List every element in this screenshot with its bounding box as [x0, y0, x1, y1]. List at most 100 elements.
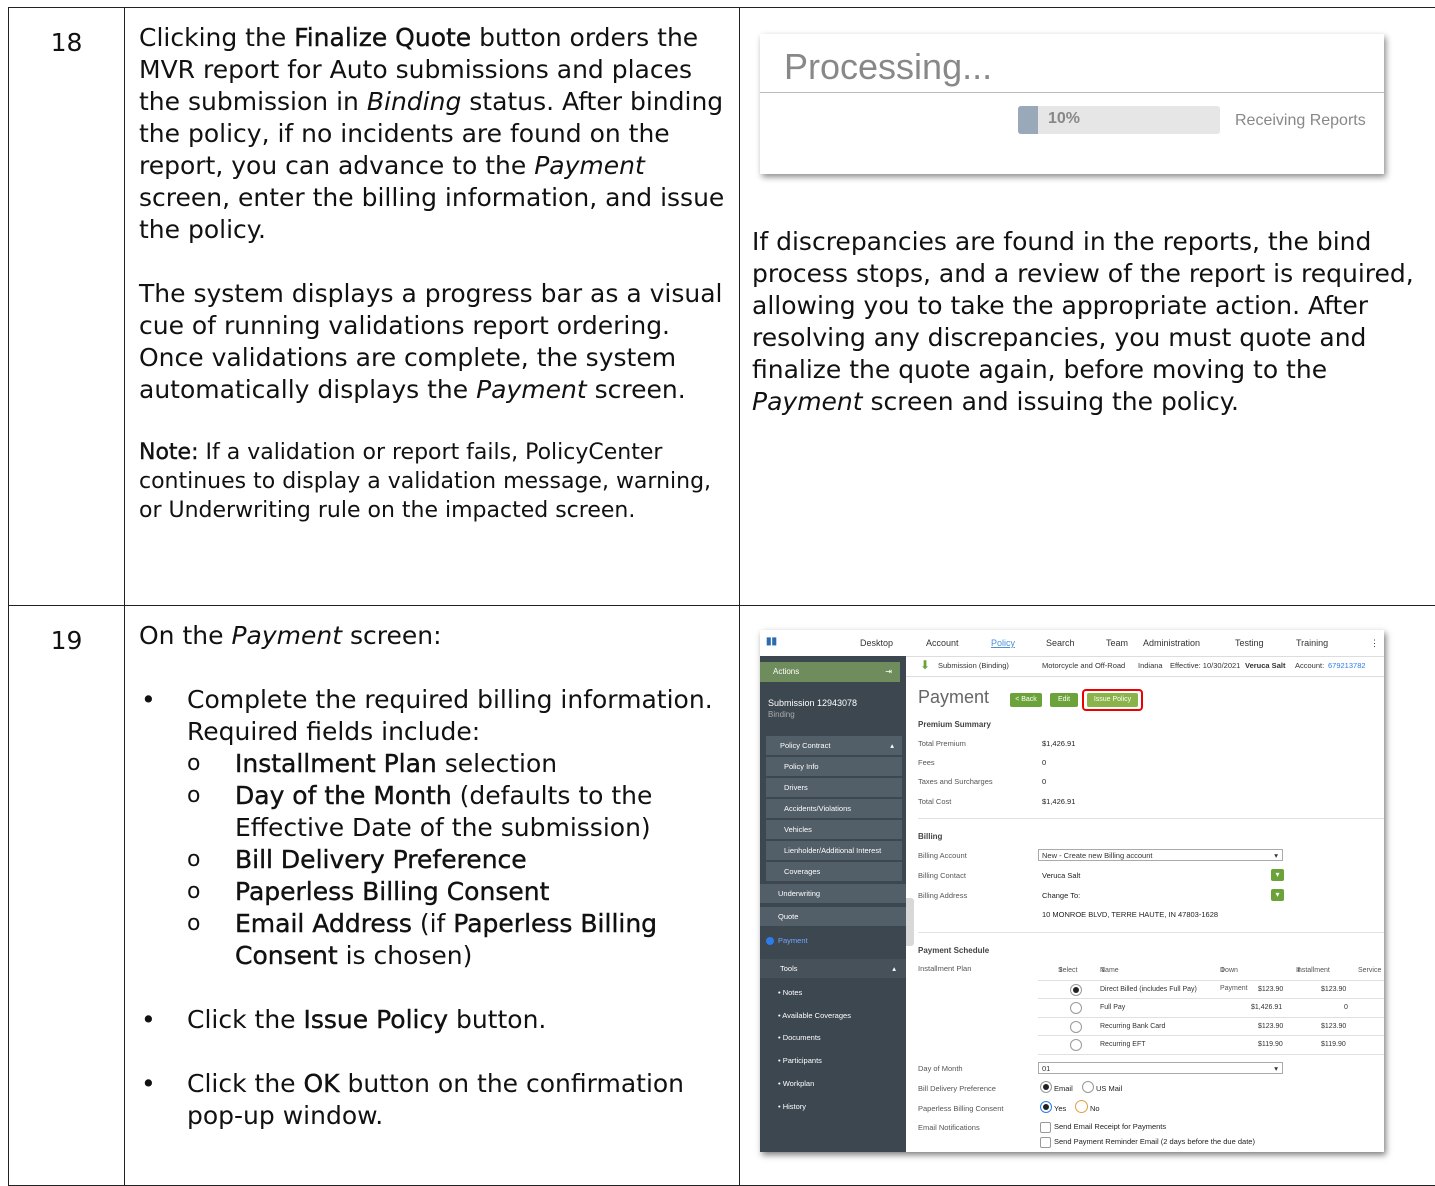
- table-row[interactable]: Full Pay $1,426.91 0: [1038, 999, 1384, 1018]
- processing-dialog: Processing... 10% Receiving Reports: [760, 34, 1384, 174]
- tool-item-participants[interactable]: • Participants: [760, 1051, 906, 1071]
- total-cost-label: Total Cost: [918, 797, 951, 806]
- select-radio[interactable]: [1070, 1021, 1082, 1033]
- installment: 0: [1344, 999, 1348, 1017]
- table-row[interactable]: Recurring Bank Card $123.90 $123.90: [1038, 1018, 1384, 1037]
- premium-label: Total Premium: [918, 739, 966, 748]
- sidebar-item-policy-info[interactable]: Policy Info: [766, 757, 902, 777]
- col-installment[interactable]: Installment ⇕: [1296, 962, 1302, 980]
- email-radio[interactable]: [1040, 1081, 1052, 1093]
- reminder-option: Send Payment Reminder Email (2 days befo…: [1054, 1137, 1255, 1146]
- step-description: On the Payment screen: Complete the requ…: [125, 606, 740, 1186]
- tools-header[interactable]: Tools ▴: [760, 959, 906, 979]
- paperless-label: Paperless Billing Consent: [918, 1104, 1003, 1113]
- select-radio[interactable]: [1070, 1039, 1082, 1051]
- nav-team[interactable]: Team: [1106, 638, 1128, 648]
- sidebar-item-underwriting[interactable]: Underwriting: [760, 884, 906, 904]
- taxes-value: 0: [1042, 777, 1046, 786]
- billing-account-select[interactable]: New - Create new Billing account▾: [1038, 849, 1283, 861]
- label: Policy Info: [784, 762, 819, 771]
- day-of-month-select[interactable]: 01▾: [1038, 1062, 1283, 1074]
- effective-date: Effective: 10/30/2021: [1170, 656, 1240, 676]
- label: Vehicles: [784, 825, 812, 834]
- select-radio[interactable]: [1070, 984, 1082, 996]
- submission-crumb[interactable]: Submission (Binding): [938, 656, 1009, 676]
- label: Coverages: [784, 867, 820, 876]
- col-name[interactable]: Name ⇕: [1100, 962, 1106, 980]
- table-row[interactable]: Recurring EFT $119.90 $119.90: [1038, 1036, 1384, 1055]
- lob: Motorcycle and Off-Road: [1042, 656, 1125, 676]
- tool-item-notes[interactable]: • Notes: [760, 983, 906, 1003]
- paperless-no-radio[interactable]: [1075, 1100, 1088, 1113]
- nav-search[interactable]: Search: [1046, 638, 1075, 648]
- account-link[interactable]: 679213782: [1328, 656, 1366, 676]
- nav-training[interactable]: Training: [1296, 638, 1328, 648]
- chevron-down-icon: ▾: [1274, 1063, 1278, 1075]
- grid-header: Select ⇕ Name ⇕ Down Payment ⇕ Installme…: [1038, 962, 1384, 981]
- note-text: If a validation or report fails, PolicyC…: [139, 440, 711, 523]
- billing-account-label: Billing Account: [918, 851, 967, 860]
- label: Participants: [783, 1056, 822, 1065]
- address-menu-icon[interactable]: ▾: [1271, 889, 1284, 901]
- nav-account[interactable]: Account: [926, 638, 959, 648]
- nav-administration[interactable]: Administration: [1143, 638, 1200, 648]
- highlight-box: [1082, 689, 1143, 711]
- tool-item-documents[interactable]: • Documents: [760, 1028, 906, 1048]
- no-option: No: [1090, 1104, 1100, 1113]
- actions-button[interactable]: Actions⇥: [760, 662, 900, 682]
- receipt-option: Send Email Receipt for Payments: [1054, 1122, 1166, 1131]
- more-icon[interactable]: ⋮: [1370, 638, 1379, 649]
- ui-term: Issue Policy: [304, 1005, 449, 1034]
- tool-item-available-coverages[interactable]: • Available Coverages: [760, 1006, 906, 1026]
- edit-button[interactable]: Edit: [1050, 693, 1078, 707]
- billing-address-label: Billing Address: [918, 891, 967, 900]
- col-select[interactable]: Select ⇕: [1058, 962, 1064, 980]
- email-option: Email: [1054, 1084, 1073, 1093]
- logo-icon: ▮▮: [766, 636, 776, 646]
- required-fields-list: Installment Plan selection Day of the Mo…: [187, 748, 727, 972]
- nav-testing[interactable]: Testing: [1235, 638, 1264, 648]
- plan-name: Recurring Bank Card: [1100, 1018, 1165, 1036]
- screen-term: Payment: [534, 151, 645, 180]
- contact-menu-icon[interactable]: ▾: [1271, 869, 1284, 881]
- installment-plan-label: Installment Plan: [918, 964, 971, 973]
- sidebar-item-coverages[interactable]: Coverages: [766, 862, 902, 882]
- reminder-checkbox[interactable]: [1040, 1137, 1051, 1148]
- sidebar-item-vehicles[interactable]: Vehicles: [766, 820, 902, 840]
- paperless-yes-radio[interactable]: [1040, 1101, 1052, 1113]
- instruction-list: Complete the required billing informatio…: [139, 684, 727, 1132]
- nav-policy[interactable]: Policy: [991, 638, 1015, 648]
- installment-grid: Select ⇕ Name ⇕ Down Payment ⇕ Installme…: [1038, 962, 1384, 1055]
- tool-item-workplan[interactable]: • Workplan: [760, 1074, 906, 1094]
- state: Indiana: [1138, 656, 1163, 676]
- sidebar-item-accidents[interactable]: Accidents/Violations: [766, 799, 902, 819]
- field-name: Installment Plan: [235, 749, 437, 778]
- label: Tools: [780, 964, 798, 973]
- tool-item-history[interactable]: • History: [760, 1097, 906, 1117]
- note-label: Note:: [139, 440, 199, 465]
- sidebar-collapse-handle[interactable]: [906, 898, 914, 946]
- col-down-payment[interactable]: Down Payment ⇕: [1220, 962, 1226, 980]
- select-radio[interactable]: [1070, 1002, 1082, 1014]
- field-name: Email Address: [235, 909, 412, 938]
- table-row[interactable]: Direct Billed (includes Full Pay) $123.9…: [1038, 981, 1384, 1000]
- field-name: Day of the Month: [235, 781, 452, 810]
- back-button[interactable]: < Back: [1010, 693, 1042, 707]
- receipt-checkbox[interactable]: [1040, 1122, 1051, 1133]
- label: Installment: [1296, 962, 1330, 980]
- page-title: Payment: [918, 687, 989, 708]
- sidebar-item-lienholder[interactable]: Lienholder/Additional Interest: [766, 841, 902, 861]
- us-mail-radio[interactable]: [1082, 1081, 1094, 1093]
- installment: $123.90: [1321, 981, 1346, 999]
- text: Clicking the: [139, 23, 294, 52]
- sidebar-item-payment[interactable]: Payment: [760, 931, 906, 951]
- col-service[interactable]: Service: [1358, 962, 1381, 980]
- premium-summary-heading: Premium Summary: [918, 720, 991, 729]
- sidebar-item-quote[interactable]: Quote: [760, 907, 906, 927]
- nav-desktop[interactable]: Desktop: [860, 638, 893, 648]
- chevron-up-icon: ▴: [892, 959, 896, 979]
- sidebar-item-policy-contract[interactable]: Policy Contract▴: [766, 736, 902, 756]
- label: Quote: [778, 912, 798, 921]
- sidebar-item-drivers[interactable]: Drivers: [766, 778, 902, 798]
- step-number: 19: [9, 606, 125, 1186]
